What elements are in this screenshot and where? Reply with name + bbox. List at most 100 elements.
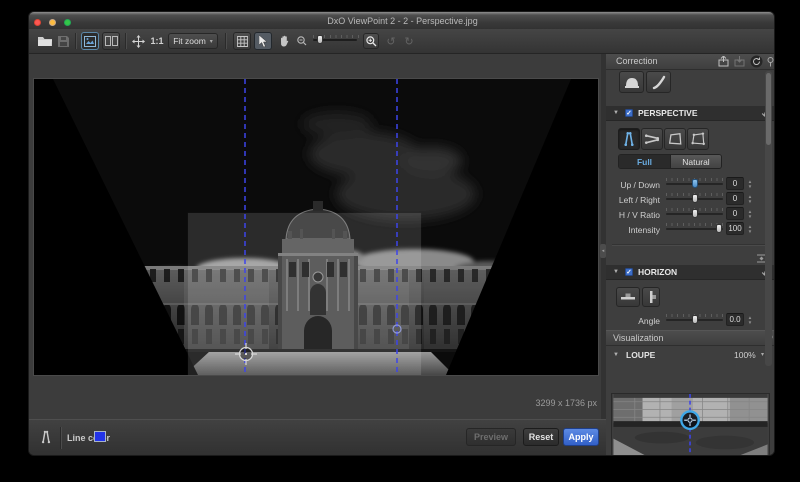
single-image-view-button[interactable]: [81, 32, 99, 50]
leftright-thumb[interactable]: [692, 194, 698, 203]
screen: DxO ViewPoint 2 - 2 - Perspective.jpg 1:…: [0, 0, 800, 482]
undo-button[interactable]: ↺: [384, 32, 398, 50]
horizon-section-header[interactable]: ▼ ✓ HORIZON: [606, 265, 775, 280]
hvratio-stepper[interactable]: ▲▼: [746, 207, 754, 220]
angle-stepper[interactable]: ▲▼: [746, 313, 754, 326]
loupe-header-row[interactable]: ▼ LOUPE 100% ▾: [606, 347, 775, 365]
force-rectangle-icon: [666, 130, 684, 148]
intensity-stepper[interactable]: ▲▼: [746, 222, 754, 235]
angle-label: Angle: [608, 316, 660, 326]
horizon-level-horizontal-button[interactable]: [616, 287, 640, 307]
hand-icon: [279, 35, 290, 47]
force-parallel-vertical-icon: [620, 130, 638, 148]
save-button[interactable]: [55, 32, 71, 50]
angle-thumb[interactable]: [692, 315, 698, 324]
compare-view-button[interactable]: [102, 32, 120, 50]
volume-deformation-hv-icon: [624, 75, 640, 89]
compare-view-icon: [105, 36, 118, 46]
mode-natural-button[interactable]: Natural: [670, 155, 721, 168]
volume-deformation-diagonal-button[interactable]: [646, 71, 671, 93]
level-vertical-icon: [645, 290, 657, 304]
magnifier-plus-icon: [366, 36, 377, 47]
grid-icon: [237, 36, 248, 47]
fit-zoom-dropdown[interactable]: Fit zoom ▾: [168, 33, 218, 49]
zoom-slider-thumb[interactable]: [317, 35, 323, 44]
zoom-in-button[interactable]: [363, 33, 379, 49]
horizon-title: HORIZON: [638, 265, 677, 280]
photo-louvre-preview[interactable]: [34, 79, 598, 375]
window-title: DxO ViewPoint 2 - 2 - Perspective.jpg: [29, 16, 775, 26]
toolbar-separator: [75, 33, 76, 49]
force-parallel-vertical-button[interactable]: [618, 128, 640, 150]
reset-button[interactable]: Reset: [523, 428, 559, 446]
angle-value[interactable]: 0.0: [726, 313, 744, 326]
intensity-value[interactable]: 100: [726, 222, 744, 235]
grid-button[interactable]: [233, 32, 251, 50]
leftright-value[interactable]: 0: [726, 192, 744, 205]
chevron-down-icon[interactable]: ▾: [761, 351, 764, 358]
updown-thumb[interactable]: [692, 179, 698, 188]
fit-zoom-label: Fit zoom: [173, 36, 206, 46]
step-down-icon[interactable]: ▼: [748, 229, 752, 234]
disclosure-icon[interactable]: ▼: [613, 265, 619, 280]
hvratio-value[interactable]: 0: [726, 207, 744, 220]
preview-button[interactable]: Preview: [466, 428, 516, 446]
perspective-enabled-checkbox[interactable]: ✓: [625, 109, 633, 117]
disclosure-icon[interactable]: ▼: [613, 106, 619, 121]
eight-points-button[interactable]: [687, 128, 709, 150]
main-toolbar: 1:1 Fit zoom ▾ ↺ ↻: [29, 29, 775, 54]
cursor-arrow-icon: [259, 35, 268, 47]
hand-tool-button[interactable]: [275, 32, 293, 50]
active-tool-indicator: [38, 429, 54, 450]
volume-deformation-diagonal-icon: [651, 75, 666, 90]
zoom-1to1-button[interactable]: 1:1: [149, 32, 165, 50]
horizon-enabled-checkbox[interactable]: ✓: [625, 268, 633, 276]
step-down-icon[interactable]: ▼: [748, 320, 752, 325]
step-down-icon[interactable]: ▼: [748, 184, 752, 189]
horizon-level-vertical-button[interactable]: [642, 287, 660, 307]
toolbar-separator: [225, 33, 226, 49]
redo-button[interactable]: ↻: [402, 32, 416, 50]
hvratio-thumb[interactable]: [692, 209, 698, 218]
intensity-thumb[interactable]: [716, 224, 722, 233]
visualization-header: Visualization: [606, 330, 775, 346]
zoom-1to1-label: 1:1: [150, 36, 163, 46]
updown-stepper[interactable]: ▲▼: [746, 177, 754, 190]
image-canvas[interactable]: 3299 x 1736 px: [29, 54, 606, 419]
force-parallel-horizontal-button[interactable]: [641, 128, 663, 150]
zoom-out-button[interactable]: [295, 32, 309, 50]
intensity-track[interactable]: [666, 228, 723, 230]
import-icon[interactable]: [734, 56, 745, 72]
force-rectangle-button[interactable]: [664, 128, 686, 150]
image-dimensions-label: 3299 x 1736 px: [535, 398, 597, 408]
updown-value[interactable]: 0: [726, 177, 744, 190]
cursor-tool-button[interactable]: [254, 32, 272, 50]
history-icon[interactable]: [750, 55, 763, 73]
step-down-icon[interactable]: ▼: [748, 214, 752, 219]
pin-icon[interactable]: [767, 57, 774, 72]
export-icon[interactable]: [718, 56, 729, 72]
correction-title: Correction: [616, 54, 658, 69]
loupe-anchor-target[interactable]: [681, 411, 698, 428]
move-crosshair-icon: [132, 35, 145, 48]
volume-deformation-hv-button[interactable]: [619, 71, 644, 93]
force-parallel-horizontal-icon: [643, 130, 661, 148]
check-icon: ✓: [626, 269, 631, 276]
loupe-preview[interactable]: [611, 393, 770, 456]
line-color-swatch[interactable]: [94, 431, 106, 442]
perspective-section-header[interactable]: ▼ ✓ PERSPECTIVE: [606, 106, 775, 121]
open-file-button[interactable]: [34, 32, 56, 50]
step-down-icon[interactable]: ▼: [748, 199, 752, 204]
move-tool-button[interactable]: [129, 32, 147, 50]
perspective-title: PERSPECTIVE: [638, 106, 698, 121]
loupe-zoom-value[interactable]: 100%: [734, 350, 756, 360]
leftright-stepper[interactable]: ▲▼: [746, 192, 754, 205]
save-icon: [58, 36, 69, 47]
mode-full-button[interactable]: Full: [619, 155, 670, 168]
loupe-title: LOUPE: [626, 350, 655, 360]
app-window: DxO ViewPoint 2 - 2 - Perspective.jpg 1:…: [28, 11, 775, 456]
folder-icon: [37, 35, 53, 47]
panel-scrollbar-thumb[interactable]: [766, 73, 771, 145]
disclosure-icon[interactable]: ▼: [613, 352, 619, 358]
apply-button[interactable]: Apply: [563, 428, 599, 446]
